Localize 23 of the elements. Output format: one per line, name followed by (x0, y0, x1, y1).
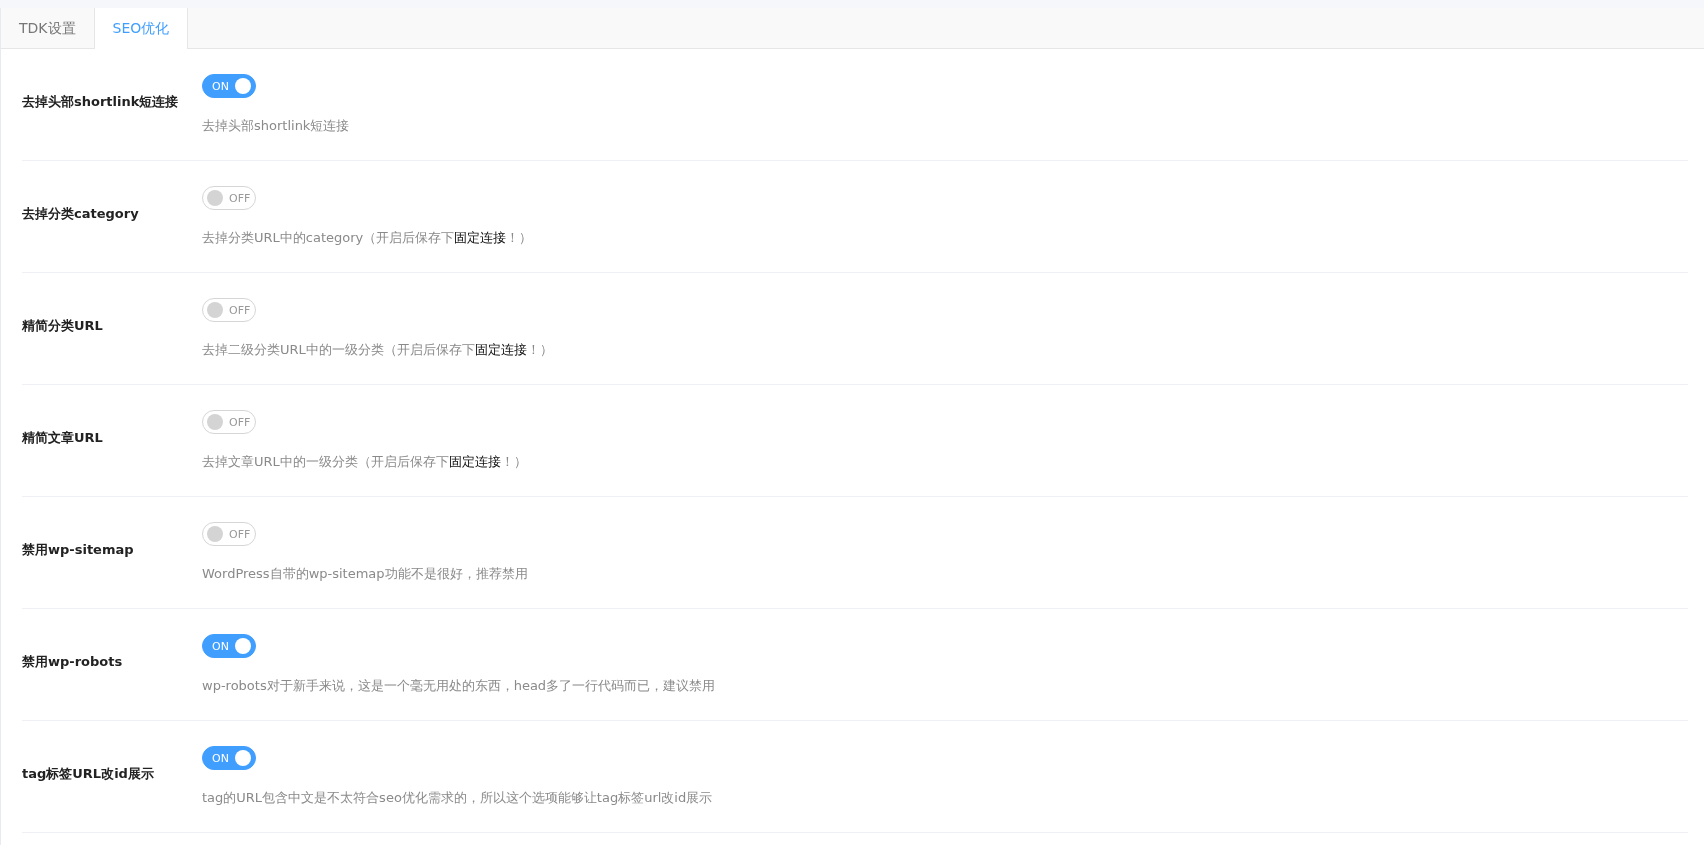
setting-label: 精简分类URL (22, 317, 104, 335)
setting-description: wp-robots对于新手来说，这是一个毫无用处的东西，head多了一行代码而已，建议禁用 (202, 677, 716, 695)
tab[interactable]: TDK设置 (1, 8, 95, 49)
setting-description: tag的URL包含中文是不太符合seo优化需求的，所以这个选项能够让tag标签url改id展示 (202, 789, 713, 807)
toggle-switch[interactable]: ON (202, 746, 256, 770)
setting-description: 去掉头部shortlink短连接 (202, 117, 350, 135)
setting-description: 去掉文章URL中的一级分类（开启后保存下固定连接！） (202, 453, 527, 471)
setting-description: 去掉二级分类URL中的一级分类（开启后保存下固定连接！） (202, 341, 553, 359)
toggle-switch[interactable]: ON (202, 74, 256, 98)
tab[interactable]: SEO优化 (94, 8, 189, 49)
toggle-switch[interactable]: OFF (202, 410, 256, 434)
toggle-switch[interactable]: ON (202, 634, 256, 658)
setting-label: tag标签URL改id展示 (22, 765, 155, 783)
setting-label: 禁用wp-robots (22, 653, 124, 671)
toggle-switch[interactable]: OFF (202, 298, 256, 322)
setting-description: WordPress自带的wp-sitemap功能不是很好，推荐禁用 (202, 565, 528, 583)
setting-description: 去掉分类URL中的category（开启后保存下固定连接！） (202, 229, 533, 247)
setting-label: 去掉头部shortlink短连接 (22, 93, 180, 111)
setting-label: 禁用wp-sitemap (22, 541, 135, 559)
toggle-switch[interactable]: OFF (202, 522, 256, 546)
setting-label: 精简文章URL (22, 429, 104, 447)
setting-label: 去掉分类category (22, 205, 140, 223)
toggle-switch[interactable]: OFF (202, 186, 256, 210)
